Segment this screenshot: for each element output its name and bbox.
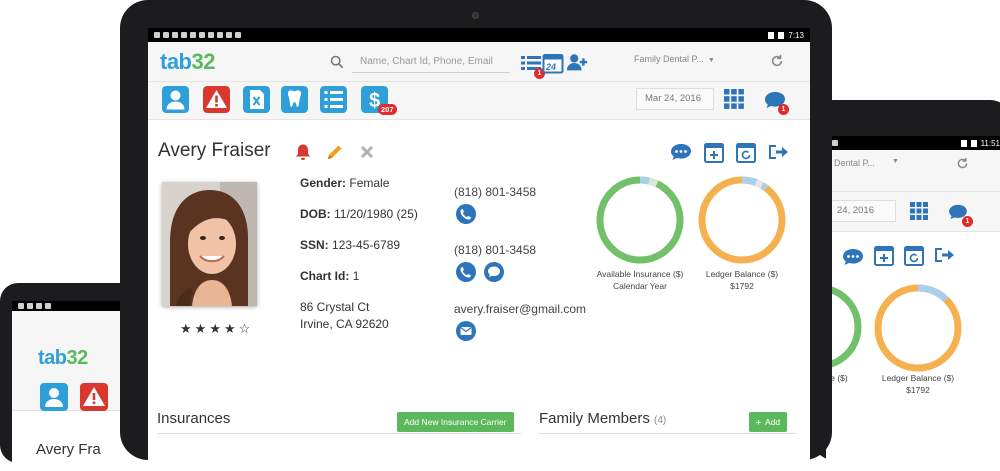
status-bar-right: 11:51 xyxy=(826,136,1000,150)
address-line-1: 86 Crystal Ct xyxy=(300,300,370,314)
phone-icon xyxy=(460,209,471,220)
practice-select[interactable]: Family Dental P... ▼ xyxy=(634,54,715,64)
ledger-ring xyxy=(698,176,786,264)
mail-icon xyxy=(460,327,472,335)
ledger-badge: 207 xyxy=(378,104,397,115)
phone-icon xyxy=(460,267,471,278)
right-ledger-label: Ledger Balance ($) $1792 xyxy=(881,373,955,395)
logo[interactable]: tab32 xyxy=(160,49,215,75)
bell-icon[interactable] xyxy=(294,143,312,161)
refresh-icon[interactable] xyxy=(770,54,784,68)
chat-icon[interactable] xyxy=(670,143,692,161)
patient-name-left: Avery Fra xyxy=(36,441,101,458)
ledger-ring-label: Ledger Balance ($) $1792 xyxy=(705,269,779,291)
numbered-list-icon[interactable] xyxy=(320,86,347,113)
phone-2: (818) 801-3458 xyxy=(454,243,537,257)
practice-select-right[interactable]: Dental P... xyxy=(834,158,875,168)
ssn-field: SSN: 123-45-6789 xyxy=(300,238,401,252)
insurance-ring xyxy=(596,176,684,264)
chevron-down-icon: ▼ xyxy=(892,158,899,165)
alert-icon[interactable] xyxy=(80,383,108,411)
insurances-title: Insurances xyxy=(157,410,231,427)
close-icon[interactable] xyxy=(358,143,376,161)
refresh-icon[interactable] xyxy=(956,157,969,170)
tablet-right-screen: 11:51 Dental P... ▼ 24, 2016 1 ce ($)r L… xyxy=(826,136,1000,466)
star-filled[interactable]: ★ xyxy=(224,322,236,335)
family-count: (4) xyxy=(654,415,667,426)
status-bar: 7:13 xyxy=(148,28,810,42)
pencil-icon[interactable] xyxy=(326,143,344,161)
search-bar xyxy=(330,51,510,73)
app-header: tab32 1 24 Family Dental P...▼ xyxy=(148,42,810,82)
gender-field: Gender: Female xyxy=(300,176,390,190)
chat-badge: 1 xyxy=(778,104,789,115)
email[interactable]: avery.fraiser@gmail.com xyxy=(454,302,586,316)
rating-stars: ★ ★ ★ ★ ☆ xyxy=(180,322,250,335)
chat-icon[interactable] xyxy=(842,248,864,266)
toolbar: $ 207 Mar 24, 2016 1 xyxy=(148,82,810,120)
chevron-down-icon: ▼ xyxy=(707,57,715,64)
star-filled[interactable]: ★ xyxy=(209,322,221,335)
family-divider xyxy=(539,433,796,434)
plus-icon: + xyxy=(756,417,761,427)
search-icon xyxy=(330,55,344,69)
patient-name: Avery Fraiser xyxy=(158,140,271,161)
insurances-divider xyxy=(157,433,521,434)
family-title: Family Members (4) xyxy=(539,410,667,427)
search-input[interactable] xyxy=(352,51,510,73)
add-user-icon[interactable] xyxy=(566,52,588,74)
chart-id-field: Chart Id: 1 xyxy=(300,269,360,283)
tablet-main: 7:13 tab32 1 24 Family Dental P...▼ $ xyxy=(120,0,832,468)
call-button-2[interactable] xyxy=(456,262,476,282)
calendar-repeat-icon[interactable] xyxy=(736,141,756,163)
logo-left[interactable]: tab32 xyxy=(38,347,88,370)
logout-icon[interactable] xyxy=(768,143,790,161)
star-filled[interactable]: ★ xyxy=(180,322,192,335)
front-camera xyxy=(472,12,479,19)
patient-bar: Avery Fraiser xyxy=(148,134,810,168)
user-icon[interactable] xyxy=(162,86,189,113)
phone-1: (818) 801-3458 xyxy=(454,185,537,199)
calendar-repeat-icon[interactable] xyxy=(904,244,924,266)
tooth-icon[interactable] xyxy=(281,86,308,113)
address-line-2: Irvine, CA 92620 xyxy=(300,317,389,331)
phone-left: tab32 Avery Fra xyxy=(0,283,140,471)
patient-portrait xyxy=(162,182,257,306)
sms-button[interactable] xyxy=(484,262,504,282)
calendar-add-icon[interactable] xyxy=(704,141,724,163)
tablet-main-screen: 7:13 tab32 1 24 Family Dental P...▼ $ xyxy=(148,28,810,468)
date-input[interactable]: Mar 24, 2016 xyxy=(636,88,714,110)
call-button-1[interactable] xyxy=(456,204,476,224)
grid-icon[interactable] xyxy=(910,202,928,220)
user-icon[interactable] xyxy=(40,383,68,411)
chat-badge-right: 1 xyxy=(962,216,973,227)
status-time-right: 11:51 xyxy=(980,138,1000,148)
excel-icon[interactable] xyxy=(243,86,270,113)
alert-icon[interactable] xyxy=(203,86,230,113)
email-button[interactable] xyxy=(456,321,476,341)
right-toolbar: 24, 2016 1 xyxy=(826,192,1000,232)
star-filled[interactable]: ★ xyxy=(195,322,207,335)
add-insurance-button[interactable]: Add New Insurance Carrier xyxy=(397,412,514,432)
grid-icon[interactable] xyxy=(724,89,744,109)
star-empty[interactable]: ☆ xyxy=(239,322,251,335)
calendar-day: 24 xyxy=(546,62,557,72)
logout-icon[interactable] xyxy=(934,246,956,264)
sms-icon xyxy=(488,266,500,277)
calendar-add-icon[interactable] xyxy=(874,244,894,266)
add-family-button[interactable]: + Add xyxy=(749,412,788,432)
tablet-right: 11:51 Dental P... ▼ 24, 2016 1 ce ($)r L… xyxy=(812,100,1000,466)
date-input-right[interactable]: 24, 2016 xyxy=(830,200,896,222)
ledger-ring-right xyxy=(874,284,962,372)
dob-field: DOB: 11/20/1980 (25) xyxy=(300,207,418,221)
right-header: Dental P... ▼ xyxy=(826,150,1000,192)
status-time: 7:13 xyxy=(788,30,804,40)
patient-photo xyxy=(162,182,257,306)
